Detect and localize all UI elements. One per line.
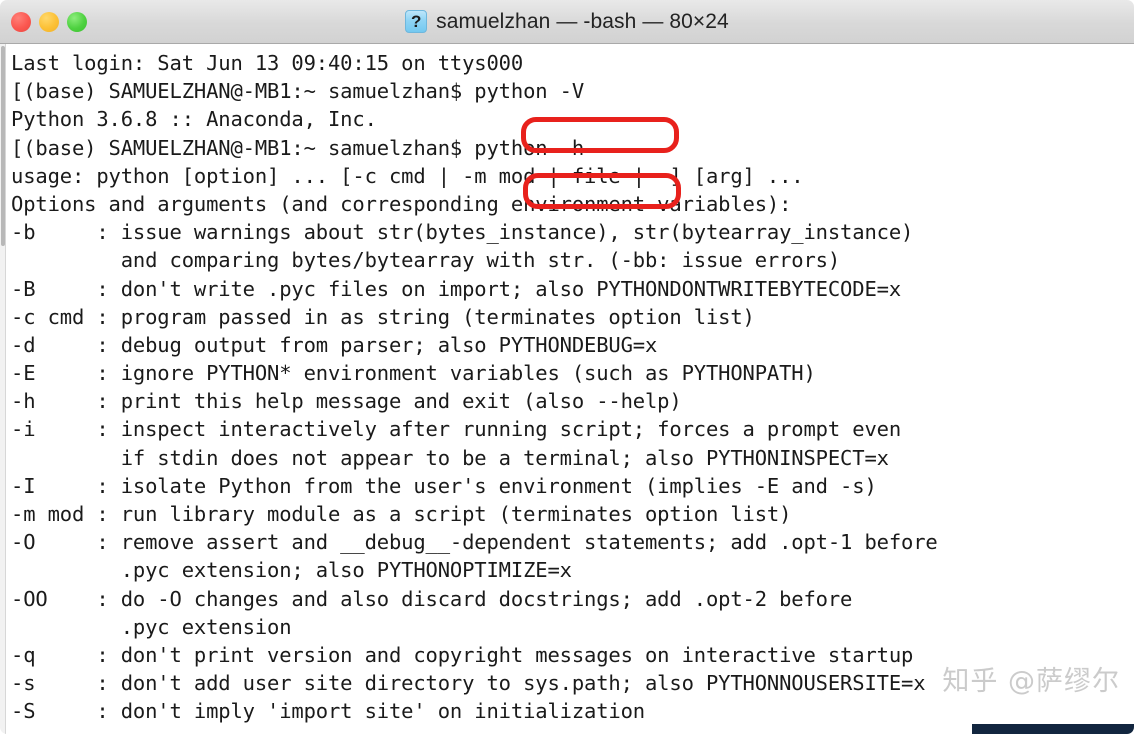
bottom-corner-strip	[972, 724, 1134, 734]
scrollbar-thumb[interactable]	[1, 46, 5, 246]
terminal-line: [(base) SAMUELZHAN@-MB1:~ samuelzhan$ py…	[11, 135, 585, 160]
terminal-line: -s : don't add user site directory to sy…	[11, 671, 926, 696]
terminal-line: -h : print this help message and exit (a…	[11, 389, 682, 414]
terminal-line: -I : isolate Python from the user's envi…	[11, 473, 877, 498]
terminal-line: -c cmd : program passed in as string (te…	[11, 304, 755, 329]
terminal-line: [(base) SAMUELZHAN@-MB1:~ samuelzhan$ py…	[11, 79, 585, 104]
maximize-window-button[interactable]	[67, 11, 87, 32]
terminal-line: -O : remove assert and __debug__-depende…	[11, 530, 938, 555]
terminal-window: samuelzhan — -bash — 80×24 Last login: S…	[0, 0, 1134, 734]
traffic-light-group	[11, 11, 87, 32]
close-window-button[interactable]	[11, 11, 31, 32]
terminal-output: Last login: Sat Jun 13 09:40:15 on ttys0…	[6, 44, 1134, 734]
terminal-body[interactable]: Last login: Sat Jun 13 09:40:15 on ttys0…	[0, 44, 1134, 734]
window-titlebar[interactable]: samuelzhan — -bash — 80×24	[0, 0, 1134, 44]
terminal-line: if stdin does not appear to be a termina…	[11, 445, 889, 470]
terminal-line: usage: python [option] ... [-c cmd | -m …	[11, 163, 804, 188]
terminal-line: Options and arguments (and corresponding…	[11, 191, 792, 216]
terminal-line: -B : don't write .pyc files on import; a…	[11, 276, 902, 301]
terminal-line: -d : debug output from parser; also PYTH…	[11, 332, 658, 357]
minimize-window-button[interactable]	[39, 11, 59, 32]
terminal-line: -OO : do -O changes and also discard doc…	[11, 586, 853, 611]
help-question-icon	[405, 10, 428, 33]
terminal-line: -S : don't imply 'import site' on initia…	[11, 699, 645, 724]
terminal-line: and comparing bytes/bytearray with str. …	[11, 248, 841, 273]
terminal-line: -b : issue warnings about str(bytes_inst…	[11, 220, 914, 245]
terminal-line: -i : inspect interactively after running…	[11, 417, 902, 442]
terminal-line: -q : don't print version and copyright m…	[11, 642, 914, 667]
terminal-line: .pyc extension; also PYTHONOPTIMIZE=x	[11, 558, 572, 583]
terminal-line: Python 3.6.8 :: Anaconda, Inc.	[11, 107, 377, 132]
terminal-line: -E : ignore PYTHON* environment variable…	[11, 361, 816, 386]
terminal-line: Last login: Sat Jun 13 09:40:15 on ttys0…	[11, 51, 524, 75]
window-title: samuelzhan — -bash — 80×24	[436, 9, 729, 33]
terminal-line: .pyc extension	[11, 614, 292, 639]
window-title-group: samuelzhan — -bash — 80×24	[0, 10, 1134, 34]
terminal-line: -m mod : run library module as a script …	[11, 502, 792, 526]
